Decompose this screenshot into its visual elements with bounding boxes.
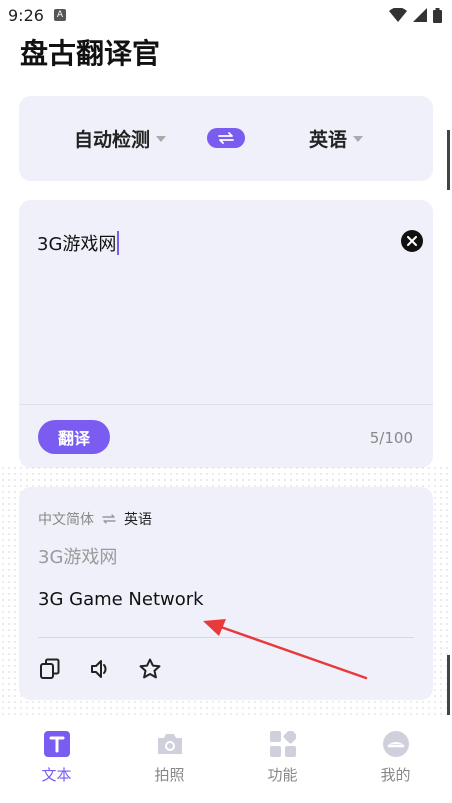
divider xyxy=(38,637,414,638)
scroll-indicator xyxy=(447,655,450,715)
result-card: 中文简体 英语 3G游戏网 3G Game Network xyxy=(19,487,433,700)
divider xyxy=(19,404,433,405)
language-bar: 自动检测 英语 xyxy=(19,96,433,181)
result-source-text: 3G游戏网 xyxy=(38,547,118,568)
result-source-language: 中文简体 xyxy=(38,512,94,528)
result-language-pair: 中文简体 英语 xyxy=(38,509,152,529)
swap-languages-button[interactable] xyxy=(207,128,245,148)
swap-icon xyxy=(218,132,234,144)
nav-item-features[interactable]: 功能 xyxy=(238,730,328,785)
nav-label: 拍照 xyxy=(154,766,185,784)
bottom-navigation: 文本 拍照 功能 我的 xyxy=(0,730,452,803)
scroll-indicator xyxy=(447,130,450,190)
source-text-value: 3G游戏网 xyxy=(37,234,117,255)
cellular-icon xyxy=(413,8,427,22)
status-time: 9:26 xyxy=(8,5,44,25)
source-text-input[interactable]: 3G游戏网 xyxy=(37,230,120,256)
copy-icon[interactable] xyxy=(38,657,62,681)
chevron-down-icon xyxy=(353,135,364,142)
source-language-label: 自动检测 xyxy=(74,129,151,151)
result-actions xyxy=(38,657,162,681)
source-language-select[interactable]: 自动检测 xyxy=(74,96,167,181)
target-language-select[interactable]: 英语 xyxy=(309,96,364,181)
input-card: 3G游戏网 翻译 5/100 xyxy=(19,200,433,468)
target-language-label: 英语 xyxy=(309,129,348,151)
nav-item-camera[interactable]: 拍照 xyxy=(125,730,215,785)
close-icon xyxy=(407,236,417,246)
wifi-icon xyxy=(389,8,407,22)
swap-icon xyxy=(102,514,116,524)
nav-item-text[interactable]: 文本 xyxy=(12,730,102,785)
clear-input-button[interactable] xyxy=(401,230,423,252)
text-cursor xyxy=(117,231,120,255)
battery-icon xyxy=(433,7,442,23)
text-icon xyxy=(43,730,71,758)
star-icon[interactable] xyxy=(138,657,162,681)
chevron-down-icon xyxy=(156,135,167,142)
speaker-icon[interactable] xyxy=(88,657,112,681)
character-count: 5/100 xyxy=(369,429,413,447)
status-bar: 9:26 A xyxy=(0,0,452,30)
nav-item-profile[interactable]: 我的 xyxy=(351,730,441,785)
nav-label: 文本 xyxy=(41,766,72,784)
translate-button[interactable]: 翻译 xyxy=(38,420,110,454)
result-target-language: 英语 xyxy=(124,512,152,528)
camera-icon xyxy=(156,730,184,758)
app-title: 盘古翻译官 xyxy=(20,37,161,70)
profile-icon xyxy=(382,730,410,758)
notification-a-icon: A xyxy=(53,9,66,21)
nav-label: 我的 xyxy=(380,766,411,784)
apps-icon xyxy=(269,730,297,758)
translated-text[interactable]: 3G Game Network xyxy=(38,589,204,610)
nav-label: 功能 xyxy=(267,766,298,784)
